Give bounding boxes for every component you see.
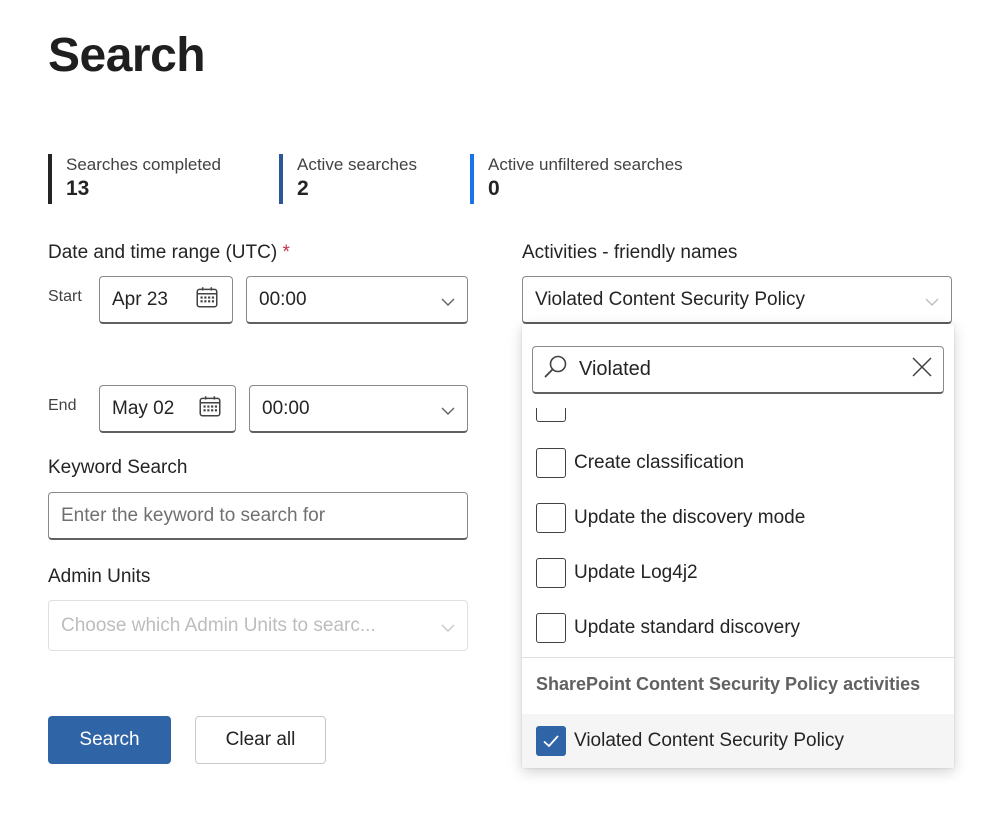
end-time-dropdown[interactable]: 00:00 [249,385,468,433]
list-item[interactable]: Update the discovery mode [536,502,805,534]
activities-selected-value: Violated Content Security Policy [535,288,806,310]
option-label: Update Log4j2 [574,562,698,583]
option-label: Violated Content Security Policy [574,730,845,751]
group-header: SharePoint Content Security Policy activ… [536,674,921,694]
chevron-down-icon [441,619,455,633]
chevron-down-icon [441,402,455,416]
calendar-icon[interactable] [197,393,223,425]
stat-active-searches: Active searches 2 [279,154,417,204]
option-label: Update standard discovery [574,617,801,638]
start-label: Start [48,288,82,305]
start-date-picker[interactable]: Apr 23 [99,276,233,324]
close-icon[interactable] [911,356,933,384]
keyword-search-placeholder: Enter the keyword to search for [61,504,326,526]
list-item[interactable]: Update standard discovery [536,612,800,644]
clear-all-button[interactable]: Clear all [195,716,326,764]
stat-label: Active unfiltered searches [488,155,683,174]
start-time-value: 00:00 [259,288,307,310]
stat-value: 2 [297,177,309,200]
start-date-value: Apr 23 [112,288,168,310]
checkbox[interactable] [536,558,566,588]
stat-searches-completed: Searches completed 13 [48,154,221,204]
option-label: Create classification [574,452,745,473]
search-button[interactable]: Search [48,716,171,764]
end-date-picker[interactable]: May 02 [99,385,236,433]
end-time-value: 00:00 [262,397,310,419]
chevron-down-icon [441,293,455,307]
stat-active-unfiltered-searches: Active unfiltered searches 0 [470,154,683,204]
page-title: Search [48,29,206,82]
checkbox[interactable] [536,503,566,533]
keyword-search-label: Keyword Search [48,457,188,478]
activities-dropdown[interactable]: Violated Content Security Policy [522,276,952,324]
stat-label: Searches completed [66,155,221,174]
checkbox-checked[interactable] [536,726,566,756]
activities-search-input[interactable]: Violated [532,346,944,394]
start-time-dropdown[interactable]: 00:00 [246,276,468,324]
end-date-value: May 02 [112,397,175,419]
list-item[interactable]: Update Log4j2 [536,557,698,589]
activities-listbox: Violated Create classification Update th… [522,324,954,768]
checkbox[interactable] [536,613,566,643]
option-label: Update the discovery mode [574,507,806,528]
checkbox[interactable] [536,448,566,478]
activities-search-value: Violated [579,358,651,380]
required-mark: * [282,242,290,263]
end-label: End [48,397,77,414]
checkmark-icon [543,735,559,748]
checkbox[interactable] [536,408,566,422]
admin-units-dropdown[interactable]: Choose which Admin Units to searc... [48,600,468,651]
search-icon [543,354,569,386]
stat-value: 13 [66,177,90,200]
divider [522,657,954,658]
keyword-search-input[interactable]: Enter the keyword to search for [48,492,468,540]
admin-units-placeholder: Choose which Admin Units to searc... [61,614,376,636]
activities-label: Activities - friendly names [522,242,738,263]
admin-units-label: Admin Units [48,566,151,587]
list-item[interactable]: Create classification [536,447,744,479]
chevron-down-icon [925,293,939,307]
calendar-icon[interactable] [194,284,220,316]
stat-label: Active searches [297,155,417,174]
stat-value: 0 [488,177,500,200]
list-item-selected[interactable]: Violated Content Security Policy [536,725,844,757]
date-range-label-text: Date and time range (UTC) [48,242,278,263]
date-range-label: Date and time range (UTC) * [48,242,290,264]
